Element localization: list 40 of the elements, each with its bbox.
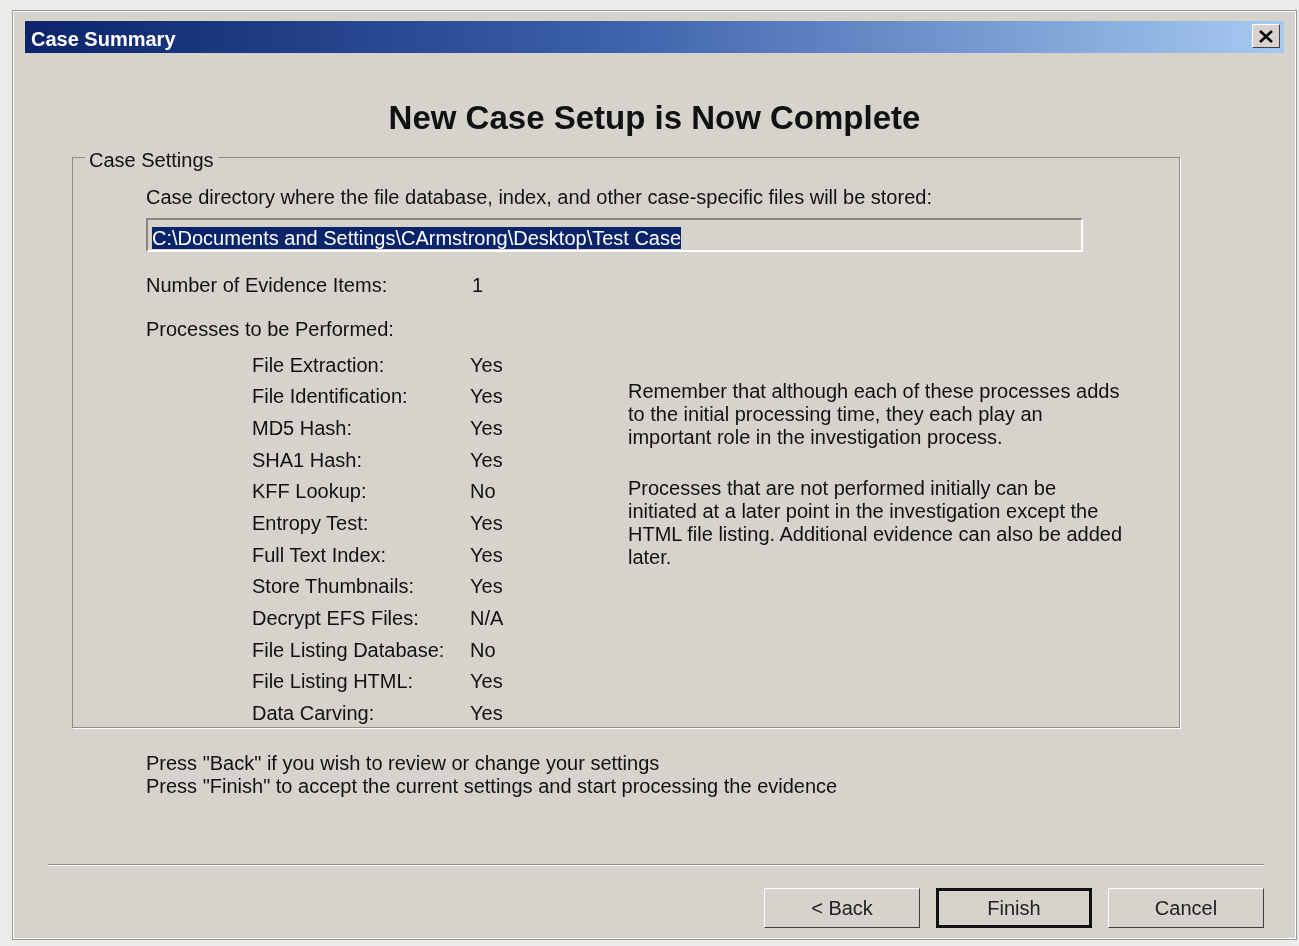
- processes-label: Processes to be Performed:: [146, 316, 395, 342]
- process-value: Yes: [470, 447, 504, 473]
- close-button[interactable]: [1252, 24, 1280, 48]
- process-value: No: [470, 637, 497, 663]
- dialog-button[interactable]: Finish: [936, 887, 1092, 928]
- directory-label: Case directory where the file database, index, and other case-specific files will be stored:: [146, 184, 933, 210]
- process-label: Data Carving:: [252, 701, 376, 727]
- evidence-value: 1: [472, 272, 484, 298]
- directory-field[interactable]: C:\Documents and Settings\CArmstrong\Desktop\Test Case: [146, 217, 1083, 252]
- process-value: Yes: [470, 669, 504, 695]
- process-value: No: [470, 479, 497, 505]
- process-value: Yes: [470, 701, 504, 727]
- process-value: Yes: [470, 352, 504, 378]
- dialog-button[interactable]: Cancel: [1108, 887, 1264, 928]
- process-label: Store Thumbnails:: [252, 574, 415, 600]
- process-label: SHA1 Hash:: [252, 447, 364, 473]
- note-paragraph: Processes that are not performed initially can be initiated at a later point in the investigation except the HTML file listing. Additional evidence can also be added later.: [628, 476, 1123, 569]
- instruction-text: Press "Back" if you wish to review or change your settings: [146, 751, 661, 775]
- process-label: Full Text Index:: [252, 542, 388, 568]
- process-value: Yes: [470, 510, 504, 536]
- dialog-button[interactable]: < Back: [764, 887, 920, 928]
- process-value: Yes: [470, 384, 504, 410]
- heading: New Case Setup is Now Complete: [387, 98, 922, 138]
- process-value: Yes: [470, 542, 504, 568]
- process-value: Yes: [470, 574, 504, 600]
- process-label: KFF Lookup:: [252, 479, 368, 505]
- process-label: File Identification:: [252, 384, 409, 410]
- process-value: N/A: [470, 606, 505, 631]
- process-value: Yes: [470, 415, 504, 441]
- process-label: File Extraction:: [252, 352, 386, 378]
- process-label: Decrypt EFS Files:: [252, 606, 420, 631]
- window-title: Case Summary: [25, 21, 1284, 53]
- instruction-text: Press "Finish" to accept the current settings and start processing the evidence: [146, 774, 839, 798]
- evidence-label: Number of Evidence Items:: [146, 272, 389, 298]
- process-label: Entropy Test:: [252, 510, 370, 536]
- process-label: File Listing Database:: [252, 637, 446, 663]
- note-paragraph: Remember that although each of these processes adds to the initial processing time, they each play an important role in the investigation process.: [628, 379, 1121, 449]
- process-label: File Listing HTML:: [252, 669, 415, 695]
- close-icon: [1259, 29, 1273, 43]
- process-label: MD5 Hash:: [252, 415, 354, 441]
